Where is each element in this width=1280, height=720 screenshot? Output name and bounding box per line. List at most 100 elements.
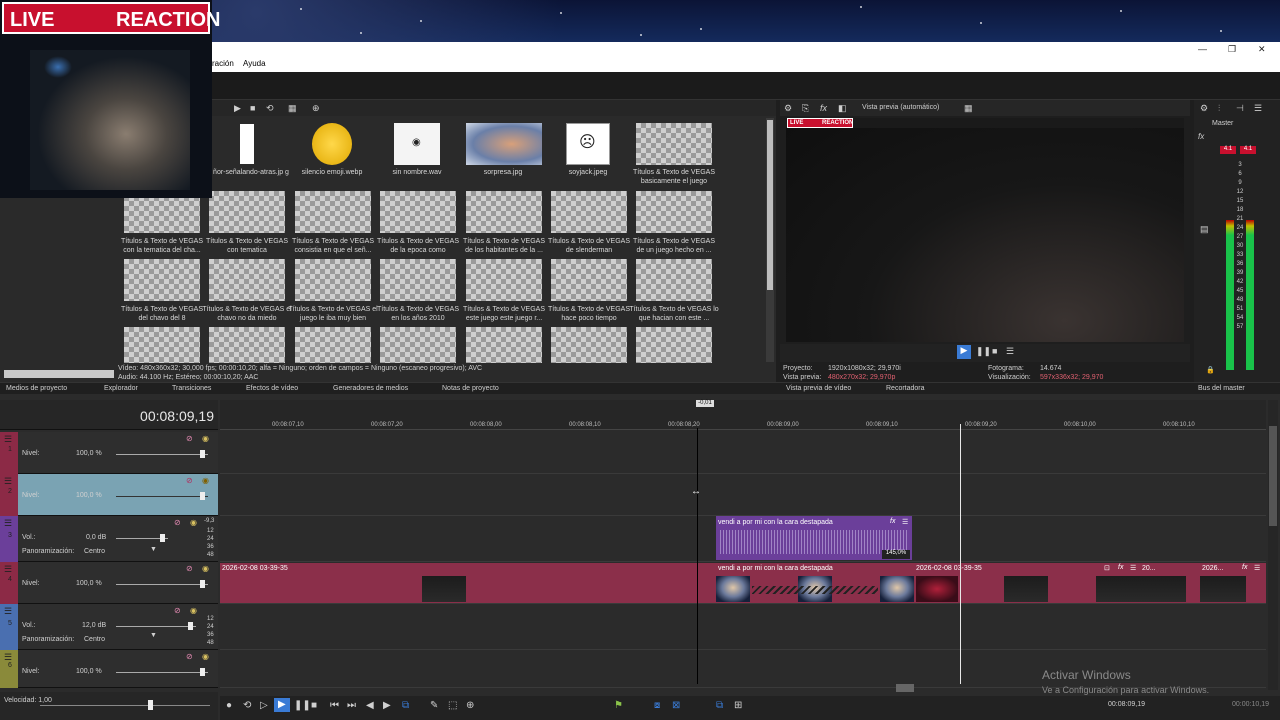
media-thumb[interactable]: [380, 259, 456, 301]
emoji-thumb[interactable]: [312, 123, 352, 165]
fx-icon[interactable]: fx: [890, 518, 895, 525]
mute-icon[interactable]: ⊘: [186, 476, 193, 485]
menu-icon[interactable]: ☰: [1254, 103, 1262, 114]
auto-ripple-icon[interactable]: ⧇: [654, 700, 660, 711]
solo-icon[interactable]: ◉: [190, 518, 197, 527]
mixer-icon[interactable]: ⫶: [1218, 103, 1220, 114]
track-header-5[interactable]: ☰ 5 Vol.: 12,0 dB Panoramización: Centro…: [0, 604, 218, 650]
tab-media-generators[interactable]: Generadores de medios: [333, 385, 408, 392]
solo-icon[interactable]: ◉: [202, 476, 209, 485]
photo-thumb[interactable]: ☹: [566, 123, 610, 165]
timeline-scrollbar-thumb[interactable]: [1269, 426, 1277, 526]
media-thumb[interactable]: [466, 327, 542, 363]
edit-tool-icon[interactable]: ✎: [430, 700, 438, 711]
gear-icon[interactable]: ⚙: [784, 103, 792, 114]
media-thumb[interactable]: [295, 191, 371, 233]
tab-transitions[interactable]: Transiciones: [172, 385, 211, 392]
next-frame-icon[interactable]: ▶: [383, 700, 391, 711]
level-knob[interactable]: [200, 668, 205, 676]
level-slider[interactable]: [116, 496, 208, 497]
media-thumb[interactable]: [295, 327, 371, 363]
media-thumb[interactable]: [636, 259, 712, 301]
mute-icon[interactable]: ⊘: [186, 652, 193, 661]
play-from-start-icon[interactable]: ▷: [260, 700, 268, 711]
level-slider[interactable]: [116, 584, 208, 585]
media-thumb[interactable]: [551, 191, 627, 233]
media-thumb[interactable]: [124, 327, 200, 363]
selection-marker[interactable]: -0,01: [696, 400, 714, 407]
media-thumb[interactable]: [551, 327, 627, 363]
tab-video-preview[interactable]: Vista previa de vídeo: [786, 385, 851, 392]
fx-icon[interactable]: fx: [820, 103, 827, 113]
crop-icon[interactable]: ⊡: [1104, 564, 1110, 572]
media-thumb[interactable]: [380, 191, 456, 233]
media-thumb[interactable]: [636, 327, 712, 363]
speed-knob[interactable]: [148, 700, 153, 710]
media-thumb[interactable]: [636, 123, 712, 165]
mute-icon[interactable]: ⊘: [186, 564, 193, 573]
media-thumb[interactable]: [240, 124, 254, 164]
minimize-button[interactable]: —: [1198, 44, 1207, 54]
go-end-icon[interactable]: ⏭: [347, 700, 356, 711]
fx-icon[interactable]: fx: [1198, 132, 1204, 141]
snap-icon[interactable]: ⧉: [402, 700, 409, 711]
clip-menu-icon[interactable]: ☰: [1254, 564, 1260, 572]
track-area-2[interactable]: [220, 474, 1266, 516]
edit-cursor[interactable]: [697, 428, 698, 684]
gear-icon[interactable]: ⚙: [1200, 103, 1208, 114]
horizontal-scroll-thumb[interactable]: [896, 684, 914, 692]
stop-icon[interactable]: ■: [250, 103, 255, 113]
media-thumb[interactable]: [209, 191, 285, 233]
menu-item-help[interactable]: Ayuda: [243, 59, 266, 68]
level-knob[interactable]: [200, 492, 205, 500]
solo-icon[interactable]: ◉: [190, 606, 197, 615]
balance-icon[interactable]: ⊣: [1236, 103, 1244, 114]
track-header-6[interactable]: ☰ 6 Nivel: 100,0 % ⊘ ◉: [0, 650, 218, 688]
solo-icon[interactable]: ◉: [202, 434, 209, 443]
preview-mode-dropdown[interactable]: Vista previa (automático): [862, 104, 939, 111]
lock-envelope-icon[interactable]: ⊠: [672, 700, 680, 711]
split-icon[interactable]: ◧: [838, 103, 847, 114]
marker-icon[interactable]: ⚑: [614, 700, 623, 711]
master-fader[interactable]: ▤: [1200, 224, 1209, 235]
pause-button[interactable]: ❚❚: [976, 346, 991, 357]
prev-frame-icon[interactable]: ◀: [366, 700, 374, 711]
media-thumb[interactable]: [551, 259, 627, 301]
speed-slider[interactable]: [40, 705, 210, 706]
solo-icon[interactable]: ◉: [202, 564, 209, 573]
media-thumb[interactable]: [124, 259, 200, 301]
media-thumb[interactable]: [636, 191, 712, 233]
track-header-3[interactable]: ☰ 3 Vol.: 0,0 dB Panoramización: Centro …: [0, 516, 218, 562]
track-area-5[interactable]: [220, 604, 1266, 650]
media-thumb[interactable]: [209, 259, 285, 301]
level-knob[interactable]: [200, 450, 205, 458]
pause-icon[interactable]: ❚❚: [294, 700, 311, 711]
photo-thumb[interactable]: [466, 123, 542, 165]
tab-master-bus[interactable]: Bus del master: [1198, 385, 1245, 392]
go-start-icon[interactable]: ⏮: [330, 700, 339, 711]
close-button[interactable]: ✕: [1258, 44, 1266, 55]
stop-icon[interactable]: ■: [311, 700, 317, 711]
fx-icon[interactable]: fx: [1118, 564, 1123, 571]
playhead[interactable]: [960, 424, 961, 684]
timecode-display[interactable]: 00:08:09,19: [0, 408, 214, 424]
play-button[interactable]: ▶: [274, 698, 290, 712]
tab-project-notes[interactable]: Notas de proyecto: [442, 385, 499, 392]
tab-trimmer[interactable]: Recortadora: [886, 385, 925, 392]
solo-icon[interactable]: ◉: [202, 652, 209, 661]
audio-thumb[interactable]: ◉: [394, 123, 440, 165]
volume-slider[interactable]: [116, 626, 196, 627]
level-slider[interactable]: [116, 672, 208, 673]
zoom-icon[interactable]: ⊕: [312, 103, 320, 114]
clip-menu-icon[interactable]: ☰: [1130, 564, 1136, 572]
mute-icon[interactable]: ⊘: [186, 434, 193, 443]
track-header-4[interactable]: ☰ 4 Nivel: 100,0 % ⊘ ◉: [0, 562, 218, 604]
lock-icon[interactable]: 🔒: [1206, 366, 1215, 374]
fx-icon[interactable]: fx: [1242, 564, 1247, 571]
select-icon[interactable]: ⬚: [448, 700, 457, 711]
loop-icon[interactable]: ⟲: [243, 700, 251, 711]
track-menu-icon[interactable]: ☰: [4, 434, 14, 445]
tab-explorer[interactable]: Explorador: [104, 385, 138, 392]
record-icon[interactable]: ●: [226, 700, 232, 711]
play-icon[interactable]: ▶: [234, 103, 241, 114]
